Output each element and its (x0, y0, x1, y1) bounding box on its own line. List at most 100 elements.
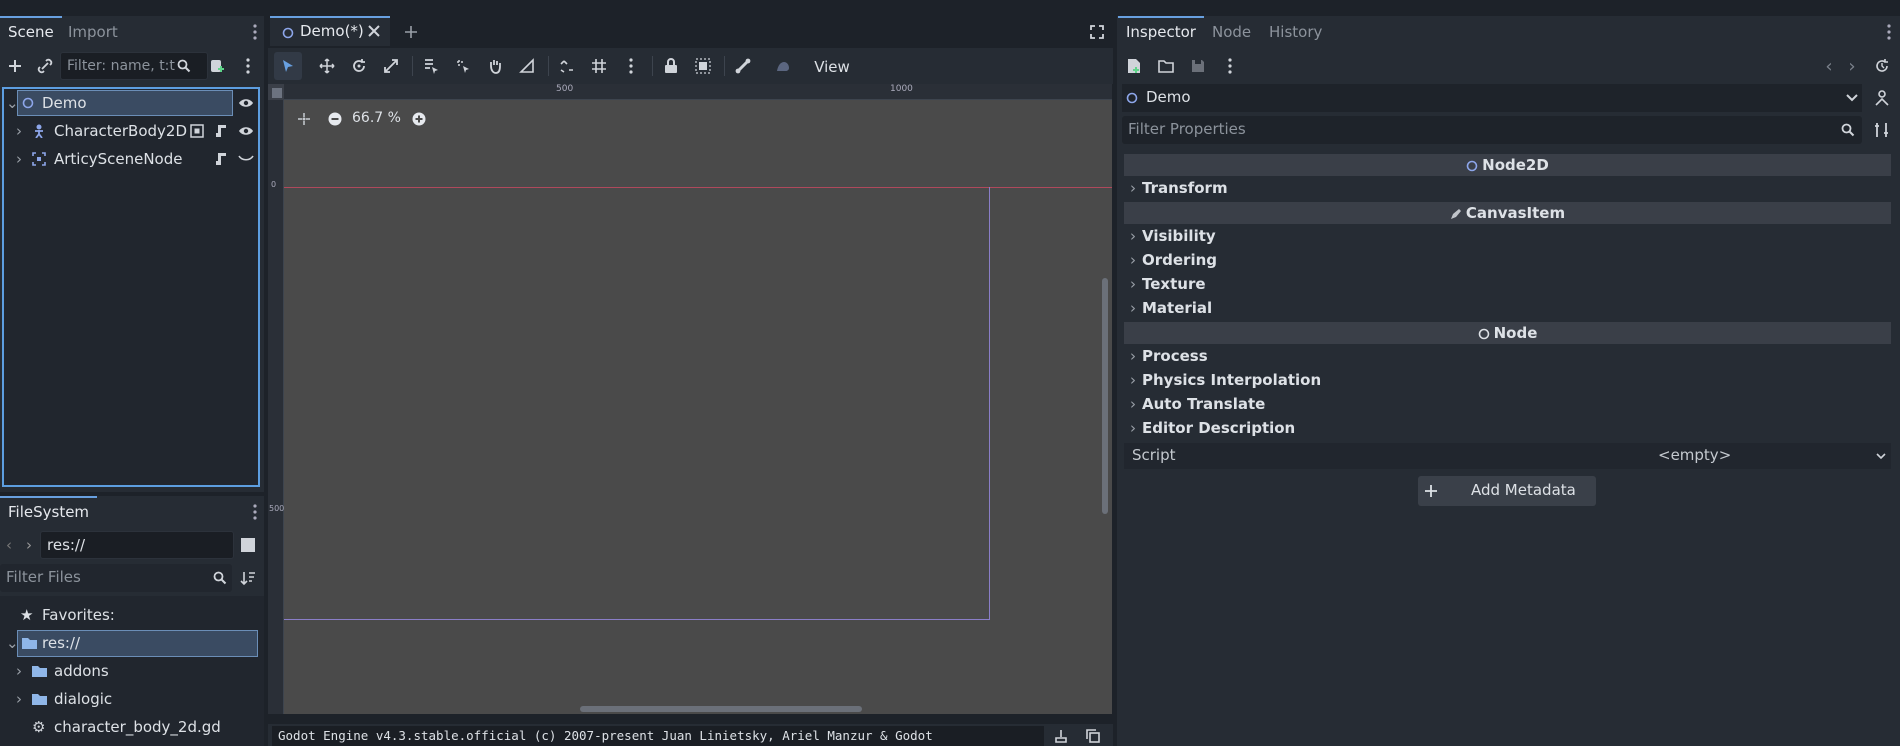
prop-material[interactable]: › Material (1130, 296, 1212, 320)
tab-import[interactable]: Import (60, 18, 126, 46)
hidden-eye-icon[interactable] (238, 154, 254, 164)
copy-output-icon[interactable] (1081, 726, 1105, 746)
save-icon[interactable] (1186, 54, 1210, 78)
dock-menu-icon[interactable] (248, 500, 262, 524)
snap-options-icon[interactable] (619, 54, 643, 78)
grid-snap-icon[interactable] (587, 54, 611, 78)
script-icon[interactable] (214, 124, 228, 138)
list-select-icon[interactable] (419, 54, 443, 78)
group-icon[interactable] (691, 54, 715, 78)
back-arrow-icon[interactable]: ‹ (0, 533, 18, 557)
script-icon[interactable] (214, 152, 228, 166)
scale-mode-icon[interactable] (379, 54, 403, 78)
add-node-icon[interactable] (3, 54, 27, 78)
scene-menu-icon[interactable] (236, 54, 260, 78)
inspector-menu-icon[interactable] (1218, 54, 1242, 78)
sort-icon[interactable] (236, 566, 260, 590)
history-back-icon[interactable]: ‹ (1817, 54, 1841, 78)
visibility-eye-icon[interactable] (238, 124, 254, 138)
tree-node-demo[interactable]: ⌄ Demo (6, 90, 256, 116)
zoom-in-icon[interactable] (407, 107, 431, 131)
prop-physics-interpolation[interactable]: › Physics Interpolation (1130, 368, 1321, 392)
new-resource-icon[interactable] (1122, 54, 1146, 78)
expand-chevron-icon[interactable]: › (16, 658, 22, 684)
fs-item-res[interactable]: ⌄ res:// (6, 630, 256, 656)
vertical-scrollbar[interactable] (1102, 278, 1108, 514)
warning-node-icon[interactable] (190, 124, 204, 138)
lock-icon[interactable] (659, 54, 683, 78)
fs-item-addons[interactable]: › addons (6, 658, 256, 684)
prop-editor-description[interactable]: › Editor Description (1130, 416, 1295, 440)
node-doc-icon[interactable] (1870, 86, 1894, 110)
filter-properties-input[interactable]: Filter Properties (1122, 116, 1862, 144)
forward-arrow-icon[interactable]: › (20, 533, 38, 557)
clear-output-icon[interactable] (1049, 726, 1073, 746)
history-forward-icon[interactable]: › (1840, 54, 1864, 78)
dock-menu-icon[interactable] (1882, 20, 1896, 44)
horizontal-scrollbar[interactable] (580, 706, 862, 712)
tab-inspector[interactable]: Inspector (1118, 16, 1204, 46)
toolbar-separator (412, 56, 413, 76)
fs-item-character-body-2d-gd[interactable]: ⚙ character_body_2d.gd (6, 714, 256, 740)
script-value-field[interactable]: <empty> (1652, 443, 1891, 469)
bone-icon[interactable] (731, 54, 755, 78)
smart-snap-icon[interactable] (555, 54, 579, 78)
prop-texture[interactable]: › Texture (1130, 272, 1206, 296)
tab-history[interactable]: History (1261, 18, 1330, 46)
tab-filesystem[interactable]: FileSystem (0, 496, 98, 526)
object-history-icon[interactable] (1870, 54, 1894, 78)
collapse-chevron-icon[interactable]: ⌄ (6, 90, 19, 116)
folder-icon (22, 637, 37, 649)
prop-ordering[interactable]: › Ordering (1130, 248, 1217, 272)
instance-scene-icon[interactable] (33, 54, 57, 78)
section-node[interactable]: Node (1124, 322, 1891, 344)
select-mode-icon[interactable] (276, 54, 300, 78)
tree-node-characterbody2d[interactable]: › CharacterBody2D (6, 118, 256, 144)
section-node2d[interactable]: Node2D (1124, 154, 1891, 176)
favorites-label: Favorites: (42, 606, 115, 624)
tab-node[interactable]: Node (1204, 18, 1259, 46)
fs-item-dialogic[interactable]: › dialogic (6, 686, 256, 712)
tab-demo-scene[interactable]: Demo(*) (270, 16, 390, 46)
open-folder-icon[interactable] (1154, 54, 1178, 78)
pan-mode-icon[interactable] (483, 54, 507, 78)
prop-transform[interactable]: › Transform (1130, 176, 1228, 200)
collapse-chevron-icon[interactable]: ⌄ (6, 630, 19, 656)
view-menu-button[interactable]: View (808, 55, 856, 79)
dock-menu-icon[interactable] (248, 20, 262, 44)
horizontal-ruler[interactable]: 500 1000 (284, 84, 1112, 100)
zoom-out-icon[interactable] (323, 107, 347, 131)
ruler-mode-icon[interactable] (515, 54, 539, 78)
visibility-eye-icon[interactable] (238, 96, 254, 110)
section-canvasitem[interactable]: CanvasItem (1124, 202, 1891, 224)
move-mode-icon[interactable] (315, 54, 339, 78)
add-metadata-button[interactable]: Add Metadata (1418, 476, 1596, 506)
prop-auto-translate[interactable]: › Auto Translate (1130, 392, 1265, 416)
zoom-level[interactable]: 66.7 % (352, 110, 401, 126)
expand-chevron-icon[interactable]: › (16, 118, 22, 144)
tree-node-articyscenenode[interactable]: › ArticySceneNode (6, 146, 256, 172)
close-icon[interactable] (368, 25, 380, 37)
split-view-icon[interactable] (236, 533, 260, 557)
attach-script-icon[interactable] (205, 54, 229, 78)
node-icon (1478, 328, 1490, 340)
new-tab-icon[interactable] (399, 20, 423, 44)
filter-files-input[interactable]: Filter Files (0, 564, 232, 592)
expand-chevron-icon[interactable]: › (16, 686, 22, 712)
object-selector[interactable]: Demo (1122, 84, 1862, 112)
rotate-mode-icon[interactable] (347, 54, 371, 78)
expand-chevron-icon[interactable]: › (16, 146, 22, 172)
property-tools-icon[interactable] (1870, 118, 1894, 142)
vertical-ruler[interactable]: 0 500 (268, 100, 284, 714)
chevron-down-icon (1846, 94, 1858, 102)
prop-process[interactable]: › Process (1130, 344, 1208, 368)
add-metadata-label: Add Metadata (1471, 481, 1576, 499)
path-field[interactable]: res:// (40, 531, 234, 559)
prop-visibility[interactable]: › Visibility (1130, 224, 1216, 248)
pivot-mode-icon[interactable] (451, 54, 475, 78)
tab-scene[interactable]: Scene (0, 16, 62, 46)
camera-override-icon[interactable] (771, 54, 795, 78)
distraction-free-icon[interactable] (1085, 20, 1109, 44)
chevron-down-icon[interactable] (1876, 453, 1886, 460)
center-view-icon[interactable] (292, 107, 316, 131)
